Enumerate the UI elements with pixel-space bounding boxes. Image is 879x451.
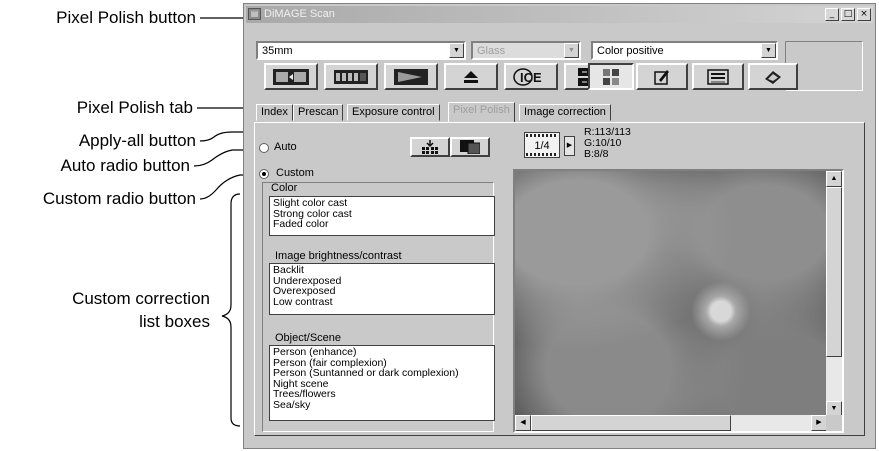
hibiscus-preview-image <box>515 171 827 417</box>
list-item[interactable]: Sea/sky <box>273 399 491 411</box>
auto-label: Auto <box>274 141 297 153</box>
scene-heading: Object/Scene <box>275 332 342 344</box>
app-icon: ▤ <box>248 8 261 20</box>
film-material-select: Glass ▼ <box>471 41 581 60</box>
pixel-polish-icon <box>603 68 619 85</box>
horizontal-scroll-thumb[interactable] <box>531 415 731 431</box>
next-frame-button[interactable]: ▶ <box>564 136 575 156</box>
save-settings-icon <box>707 68 729 85</box>
film-format-select[interactable]: 35mm ▼ <box>256 41 466 60</box>
film-material-value: Glass <box>477 45 506 57</box>
help-icon <box>765 70 781 84</box>
color-listbox[interactable]: Slight color cast Strong color cast Fade… <box>269 196 495 236</box>
prescan-film-strip-icon <box>273 68 309 85</box>
minimize-button[interactable]: _ <box>825 8 839 21</box>
save-settings-button[interactable] <box>692 63 744 90</box>
film-perforation <box>526 134 558 137</box>
list-item[interactable]: Faded color <box>273 219 491 230</box>
rgb-readout-b: B:8/8 <box>584 148 609 160</box>
list-item[interactable]: Trees/flowers <box>273 389 491 400</box>
frame-counter-value: 1/4 <box>534 140 550 152</box>
compare-view-icon <box>460 140 480 154</box>
window-title: DiMAGE Scan <box>264 8 335 20</box>
prescan-button[interactable] <box>264 63 318 90</box>
frame-counter: 1/4 <box>524 132 560 158</box>
brightness-listbox[interactable]: Backlit Underexposed Overexposed Low con… <box>269 263 495 315</box>
callout-pixel-polish-button: Pixel Polish button <box>56 8 196 27</box>
chevron-down-icon[interactable]: ▼ <box>761 43 776 58</box>
play-scan-icon <box>394 68 428 85</box>
svg-text:ICE: ICE <box>520 70 542 85</box>
film-type-value: Color positive <box>597 45 664 57</box>
scroll-right-button[interactable]: ▶ <box>811 415 827 431</box>
tab-pixel-polish[interactable]: Pixel Polish <box>448 102 515 122</box>
callout-apply-all-button: Apply-all button <box>78 131 196 150</box>
vertical-scroll-thumb[interactable] <box>826 187 842 357</box>
auto-radio[interactable] <box>259 143 269 153</box>
list-item[interactable]: Backlit <box>273 265 491 276</box>
tab-prescan[interactable]: Prescan <box>293 104 344 121</box>
apply-all-icon <box>422 140 438 154</box>
ice-button[interactable]: ICE <box>504 63 558 90</box>
list-item[interactable]: Person (Suntanned or dark complexion) <box>273 368 491 379</box>
list-item[interactable]: Overexposed <box>273 286 491 297</box>
vertical-scrollbar[interactable]: ▲ ▼ <box>826 171 842 417</box>
film-type-select[interactable]: Color positive ▼ <box>591 41 778 60</box>
color-heading: Color <box>271 182 298 194</box>
scan-button[interactable] <box>384 63 438 90</box>
tab-index[interactable]: Index <box>256 104 293 121</box>
chevron-down-icon[interactable]: ▼ <box>449 43 464 58</box>
callout-pixel-polish-tab: Pixel Polish tab <box>76 98 193 117</box>
eject-button[interactable] <box>444 63 498 90</box>
custom-radio[interactable] <box>259 169 269 179</box>
callout-auto-radio-button: Auto radio button <box>60 156 190 175</box>
compare-view-button[interactable] <box>450 137 490 157</box>
preview-image-area[interactable]: ▲ ▼ ◀ ▶ <box>513 169 844 433</box>
index-scan-icon <box>334 69 368 84</box>
help-button[interactable] <box>748 63 798 90</box>
dimage-scan-window: ▤ DiMAGE Scan _ □ × 35mm ▼ Glass ▼ Color… <box>243 3 876 449</box>
pixel-polish-button[interactable] <box>588 63 634 90</box>
horizontal-scrollbar[interactable]: ◀ ▶ <box>515 415 827 431</box>
list-item[interactable]: Slight color cast <box>273 198 491 209</box>
brightness-heading: Image brightness/contrast <box>275 250 402 262</box>
scrollbar-corner <box>826 415 842 431</box>
list-item[interactable]: Low contrast <box>273 296 491 308</box>
tab-exposure-control[interactable]: Exposure control <box>347 104 440 121</box>
scroll-up-button[interactable]: ▲ <box>826 171 842 187</box>
film-perforation <box>526 153 558 156</box>
eject-icon <box>464 70 478 83</box>
apply-all-button[interactable] <box>410 137 450 157</box>
film-format-value: 35mm <box>262 45 293 57</box>
preferences-icon <box>654 69 669 85</box>
scroll-left-button[interactable]: ◀ <box>515 415 531 431</box>
callout-custom-lists-line2: list boxes <box>139 312 210 331</box>
preferences-button[interactable] <box>636 63 688 90</box>
chevron-down-icon: ▼ <box>564 43 579 58</box>
maximize-button[interactable]: □ <box>841 8 855 21</box>
list-item[interactable]: Person (enhance) <box>273 347 491 358</box>
ice-icon: ICE <box>513 67 542 86</box>
custom-label: Custom <box>274 167 316 179</box>
close-button[interactable]: × <box>857 8 871 21</box>
scene-listbox[interactable]: Person (enhance) Person (fair complexion… <box>269 345 495 421</box>
callout-custom-lists-line1: Custom correction <box>72 289 210 308</box>
tab-image-correction[interactable]: Image correction <box>519 104 611 121</box>
index-scan-button[interactable] <box>324 63 378 90</box>
callout-custom-radio-button: Custom radio button <box>42 189 196 208</box>
title-bar[interactable]: ▤ DiMAGE Scan _ □ × <box>246 6 873 23</box>
